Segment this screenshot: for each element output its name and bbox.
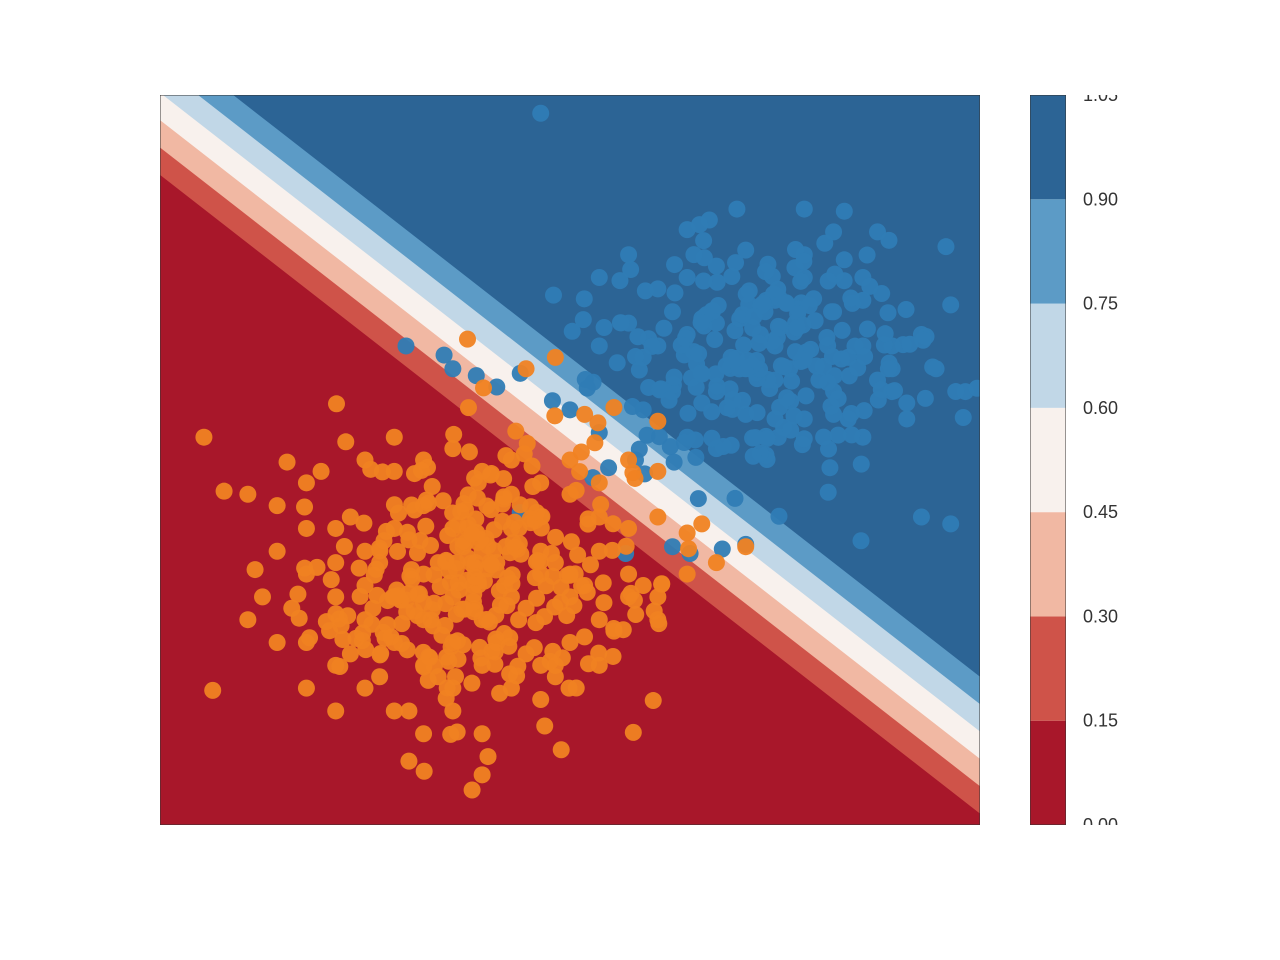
colorbar-svg [1030, 95, 1066, 825]
plot-svg: −15−10−505 −10−5051015 [160, 95, 980, 825]
svg-text:0.45: 0.45 [1083, 502, 1118, 522]
svg-text:0.30: 0.30 [1083, 606, 1118, 626]
colorbar [1030, 95, 1066, 825]
svg-text:1.05: 1.05 [1083, 95, 1118, 105]
svg-text:0.15: 0.15 [1083, 711, 1118, 731]
svg-text:0.00: 0.00 [1083, 815, 1118, 825]
svg-text:0.75: 0.75 [1083, 294, 1118, 314]
svg-text:0.90: 0.90 [1083, 189, 1118, 209]
scatter-plot: −15−10−505 −10−5051015 [160, 95, 980, 825]
svg-text:0.60: 0.60 [1083, 398, 1118, 418]
colorbar-labels: 0.00 0.15 0.30 0.45 0.60 0.75 0.90 1.05 [1075, 95, 1165, 825]
